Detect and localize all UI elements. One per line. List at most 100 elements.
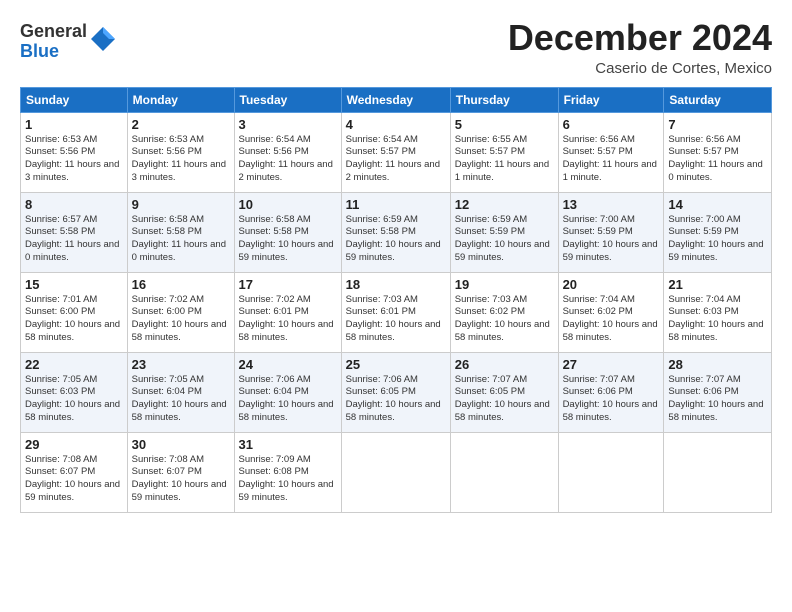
day-info: Sunrise: 7:07 AMSunset: 6:06 PMDaylight:…	[668, 374, 763, 423]
day-number: 19	[455, 277, 554, 292]
day-info: Sunrise: 6:56 AMSunset: 5:57 PMDaylight:…	[668, 134, 762, 183]
table-row: 11 Sunrise: 6:59 AMSunset: 5:58 PMDaylig…	[341, 192, 450, 272]
calendar-week-row: 15 Sunrise: 7:01 AMSunset: 6:00 PMDaylig…	[21, 272, 772, 352]
day-info: Sunrise: 7:07 AMSunset: 6:05 PMDaylight:…	[455, 374, 550, 423]
day-info: Sunrise: 7:04 AMSunset: 6:02 PMDaylight:…	[563, 294, 658, 343]
calendar-week-row: 29 Sunrise: 7:08 AMSunset: 6:07 PMDaylig…	[21, 432, 772, 512]
table-row: 23 Sunrise: 7:05 AMSunset: 6:04 PMDaylig…	[127, 352, 234, 432]
table-row	[664, 432, 772, 512]
table-row: 3 Sunrise: 6:54 AMSunset: 5:56 PMDayligh…	[234, 112, 341, 192]
table-row: 20 Sunrise: 7:04 AMSunset: 6:02 PMDaylig…	[558, 272, 664, 352]
day-info: Sunrise: 6:59 AMSunset: 5:59 PMDaylight:…	[455, 214, 550, 263]
table-row: 19 Sunrise: 7:03 AMSunset: 6:02 PMDaylig…	[450, 272, 558, 352]
day-number: 1	[25, 117, 123, 132]
table-row: 12 Sunrise: 6:59 AMSunset: 5:59 PMDaylig…	[450, 192, 558, 272]
col-tuesday: Tuesday	[234, 87, 341, 112]
day-number: 23	[132, 357, 230, 372]
day-number: 27	[563, 357, 660, 372]
day-number: 12	[455, 197, 554, 212]
day-number: 13	[563, 197, 660, 212]
day-info: Sunrise: 7:02 AMSunset: 6:01 PMDaylight:…	[239, 294, 334, 343]
day-number: 18	[346, 277, 446, 292]
day-number: 16	[132, 277, 230, 292]
day-info: Sunrise: 6:57 AMSunset: 5:58 PMDaylight:…	[25, 214, 119, 263]
table-row: 17 Sunrise: 7:02 AMSunset: 6:01 PMDaylig…	[234, 272, 341, 352]
day-number: 24	[239, 357, 337, 372]
day-info: Sunrise: 7:00 AMSunset: 5:59 PMDaylight:…	[668, 214, 763, 263]
day-info: Sunrise: 7:08 AMSunset: 6:07 PMDaylight:…	[25, 454, 120, 503]
day-number: 11	[346, 197, 446, 212]
col-monday: Monday	[127, 87, 234, 112]
location: Caserio de Cortes, Mexico	[508, 60, 772, 77]
day-number: 21	[668, 277, 767, 292]
day-number: 8	[25, 197, 123, 212]
table-row: 7 Sunrise: 6:56 AMSunset: 5:57 PMDayligh…	[664, 112, 772, 192]
table-row: 8 Sunrise: 6:57 AMSunset: 5:58 PMDayligh…	[21, 192, 128, 272]
day-number: 7	[668, 117, 767, 132]
day-info: Sunrise: 6:54 AMSunset: 5:56 PMDaylight:…	[239, 134, 333, 183]
day-info: Sunrise: 6:56 AMSunset: 5:57 PMDaylight:…	[563, 134, 657, 183]
day-number: 25	[346, 357, 446, 372]
day-number: 17	[239, 277, 337, 292]
col-wednesday: Wednesday	[341, 87, 450, 112]
day-number: 5	[455, 117, 554, 132]
table-row: 27 Sunrise: 7:07 AMSunset: 6:06 PMDaylig…	[558, 352, 664, 432]
table-row	[450, 432, 558, 512]
day-info: Sunrise: 7:03 AMSunset: 6:02 PMDaylight:…	[455, 294, 550, 343]
day-info: Sunrise: 7:06 AMSunset: 6:05 PMDaylight:…	[346, 374, 441, 423]
day-info: Sunrise: 7:00 AMSunset: 5:59 PMDaylight:…	[563, 214, 658, 263]
day-number: 14	[668, 197, 767, 212]
table-row: 5 Sunrise: 6:55 AMSunset: 5:57 PMDayligh…	[450, 112, 558, 192]
table-row: 25 Sunrise: 7:06 AMSunset: 6:05 PMDaylig…	[341, 352, 450, 432]
day-number: 31	[239, 437, 337, 452]
table-row: 14 Sunrise: 7:00 AMSunset: 5:59 PMDaylig…	[664, 192, 772, 272]
table-row: 9 Sunrise: 6:58 AMSunset: 5:58 PMDayligh…	[127, 192, 234, 272]
calendar-week-row: 1 Sunrise: 6:53 AMSunset: 5:56 PMDayligh…	[21, 112, 772, 192]
header: General Blue December 2024 Caserio de Co…	[20, 18, 772, 77]
day-number: 3	[239, 117, 337, 132]
logo: General Blue	[20, 22, 117, 62]
day-number: 15	[25, 277, 123, 292]
day-info: Sunrise: 7:09 AMSunset: 6:08 PMDaylight:…	[239, 454, 334, 503]
table-row: 29 Sunrise: 7:08 AMSunset: 6:07 PMDaylig…	[21, 432, 128, 512]
col-thursday: Thursday	[450, 87, 558, 112]
table-row: 30 Sunrise: 7:08 AMSunset: 6:07 PMDaylig…	[127, 432, 234, 512]
table-row: 26 Sunrise: 7:07 AMSunset: 6:05 PMDaylig…	[450, 352, 558, 432]
day-info: Sunrise: 6:53 AMSunset: 5:56 PMDaylight:…	[25, 134, 119, 183]
day-info: Sunrise: 6:55 AMSunset: 5:57 PMDaylight:…	[455, 134, 549, 183]
day-number: 4	[346, 117, 446, 132]
table-row: 15 Sunrise: 7:01 AMSunset: 6:00 PMDaylig…	[21, 272, 128, 352]
col-friday: Friday	[558, 87, 664, 112]
day-number: 20	[563, 277, 660, 292]
day-info: Sunrise: 7:07 AMSunset: 6:06 PMDaylight:…	[563, 374, 658, 423]
day-number: 2	[132, 117, 230, 132]
table-row: 31 Sunrise: 7:09 AMSunset: 6:08 PMDaylig…	[234, 432, 341, 512]
calendar-header-row: Sunday Monday Tuesday Wednesday Thursday…	[21, 87, 772, 112]
calendar-table: Sunday Monday Tuesday Wednesday Thursday…	[20, 87, 772, 513]
day-number: 29	[25, 437, 123, 452]
table-row: 4 Sunrise: 6:54 AMSunset: 5:57 PMDayligh…	[341, 112, 450, 192]
day-number: 28	[668, 357, 767, 372]
day-info: Sunrise: 7:05 AMSunset: 6:04 PMDaylight:…	[132, 374, 227, 423]
table-row: 18 Sunrise: 7:03 AMSunset: 6:01 PMDaylig…	[341, 272, 450, 352]
table-row	[341, 432, 450, 512]
table-row	[558, 432, 664, 512]
day-info: Sunrise: 6:58 AMSunset: 5:58 PMDaylight:…	[239, 214, 334, 263]
day-number: 6	[563, 117, 660, 132]
col-saturday: Saturday	[664, 87, 772, 112]
col-sunday: Sunday	[21, 87, 128, 112]
day-info: Sunrise: 6:54 AMSunset: 5:57 PMDaylight:…	[346, 134, 440, 183]
title-block: December 2024 Caserio de Cortes, Mexico	[508, 18, 772, 77]
table-row: 16 Sunrise: 7:02 AMSunset: 6:00 PMDaylig…	[127, 272, 234, 352]
table-row: 6 Sunrise: 6:56 AMSunset: 5:57 PMDayligh…	[558, 112, 664, 192]
table-row: 22 Sunrise: 7:05 AMSunset: 6:03 PMDaylig…	[21, 352, 128, 432]
table-row: 10 Sunrise: 6:58 AMSunset: 5:58 PMDaylig…	[234, 192, 341, 272]
day-info: Sunrise: 6:53 AMSunset: 5:56 PMDaylight:…	[132, 134, 226, 183]
page: General Blue December 2024 Caserio de Co…	[0, 0, 792, 525]
logo-icon	[89, 25, 117, 53]
table-row: 13 Sunrise: 7:00 AMSunset: 5:59 PMDaylig…	[558, 192, 664, 272]
day-number: 22	[25, 357, 123, 372]
day-info: Sunrise: 6:59 AMSunset: 5:58 PMDaylight:…	[346, 214, 441, 263]
day-info: Sunrise: 7:05 AMSunset: 6:03 PMDaylight:…	[25, 374, 120, 423]
logo-general: General	[20, 22, 87, 42]
